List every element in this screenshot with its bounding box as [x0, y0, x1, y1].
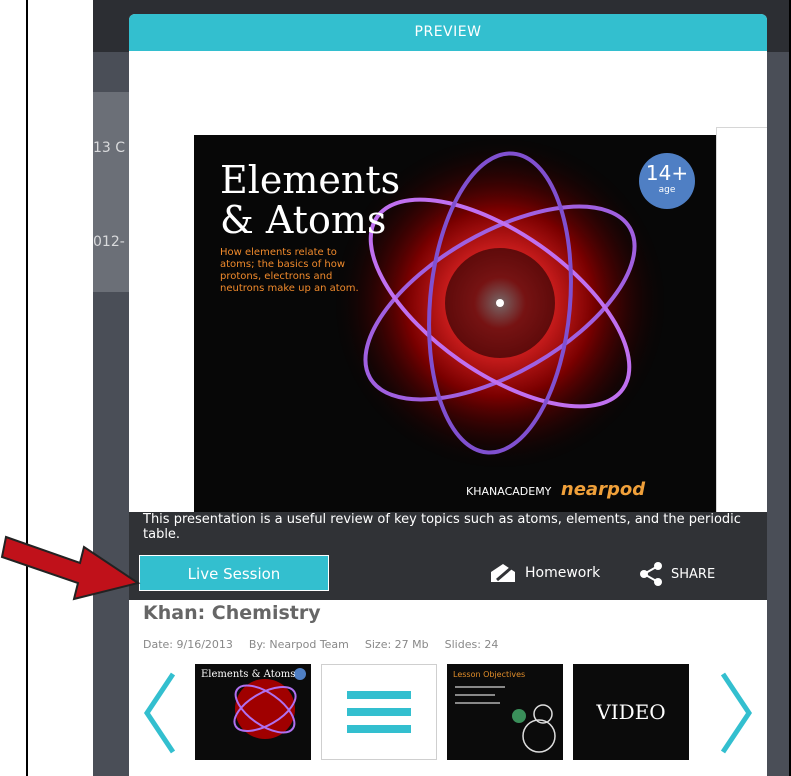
thumbnail-molecule-image	[455, 686, 556, 753]
thumbnail-1[interactable]: Elements & Atoms	[195, 664, 311, 760]
presentation-description: This presentation is a useful review of …	[143, 512, 741, 542]
slide-thumbnails: Elements & Atoms Lesson Objectives VIDEO	[195, 664, 689, 760]
slide-logos: KHANACADEMY nearpod	[466, 479, 645, 500]
thumbnail-4-label: VIDEO	[596, 700, 666, 724]
thumbnail-1-title: Elements & Atoms	[201, 669, 296, 680]
share-button[interactable]: SHARE	[639, 562, 715, 586]
lesson-meta: Date: 9/16/2013 By: Nearpod Team Size: 2…	[143, 638, 498, 651]
slide-title-line1: Elements	[220, 158, 401, 202]
live-session-button[interactable]: Live Session	[139, 555, 329, 591]
thumbnail-4[interactable]: VIDEO	[573, 664, 689, 760]
current-slide[interactable]: Elements & Atoms How elements relate to …	[194, 135, 730, 512]
background-text-1: 13 C	[93, 140, 126, 156]
meta-author: By: Nearpod Team	[248, 638, 349, 651]
prev-arrow-icon[interactable]	[139, 668, 179, 758]
meta-slides: Slides: 24	[444, 638, 499, 651]
nearpod-logo: nearpod	[560, 479, 646, 500]
homework-label: Homework	[525, 565, 601, 581]
action-bar: This presentation is a useful review of …	[129, 512, 767, 600]
share-icon	[640, 562, 662, 586]
slide-title-line2: & Atoms	[220, 198, 387, 242]
thumbnail-3[interactable]: Lesson Objectives	[447, 664, 563, 760]
modal-header: PREVIEW	[129, 14, 767, 51]
meta-size: Size: 27 Mb	[364, 638, 429, 651]
left-border-line	[26, 0, 28, 776]
age-badge: 14+ age	[639, 153, 695, 209]
khan-academy-logo: KHANACADEMY	[466, 485, 552, 498]
background-text-2: 012-	[93, 234, 125, 250]
homework-button[interactable]: Homework	[489, 562, 600, 584]
slide-title: Elements & Atoms	[220, 160, 400, 240]
homework-icon	[491, 564, 515, 582]
next-slide-preview[interactable]	[716, 127, 767, 522]
lesson-title: Khan: Chemistry	[143, 602, 321, 624]
meta-date: Date: 9/16/2013	[143, 638, 233, 651]
next-arrow-icon[interactable]	[717, 668, 757, 758]
preview-modal: PREVIEW Elements & Atoms How elements re…	[129, 14, 767, 776]
menu-icon	[347, 691, 411, 733]
share-label: SHARE	[671, 566, 716, 582]
lesson-info: Khan: Chemistry Date: 9/16/2013 By: Near…	[129, 600, 767, 776]
slide-description: How elements relate to atoms; the basics…	[220, 247, 359, 294]
preview-area: Elements & Atoms How elements relate to …	[129, 51, 767, 522]
age-label: age	[658, 185, 676, 195]
age-number: 14+	[645, 161, 689, 185]
thumbnail-2[interactable]	[321, 664, 437, 760]
annotation-arrow-icon	[0, 535, 141, 601]
